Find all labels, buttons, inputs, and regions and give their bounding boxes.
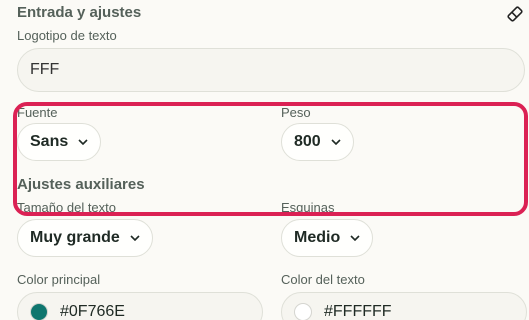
font-label: Fuente (17, 105, 58, 120)
weight-select[interactable]: 800 (281, 123, 354, 161)
font-select-value: Sans (30, 133, 69, 150)
input-settings-panel: Entrada y ajustes Logotipo de texto FFF … (0, 0, 529, 320)
text-color-label: Color del texto (281, 272, 365, 287)
chevron-down-icon (331, 139, 341, 145)
corners-label: Esquinas (281, 200, 335, 215)
weight-label: Peso (281, 105, 311, 120)
corners-select-value: Medio (294, 229, 341, 246)
eraser-icon[interactable] (505, 4, 525, 24)
logo-text-input[interactable]: FFF (17, 48, 525, 92)
primary-color-input[interactable]: #0F766E (17, 292, 263, 320)
chevron-down-icon (350, 235, 360, 241)
weight-select-value: 800 (294, 133, 321, 150)
text-size-select[interactable]: Muy grande (17, 219, 153, 257)
logo-text-label: Logotipo de texto (17, 28, 117, 43)
primary-color-label: Color principal (17, 272, 101, 287)
chevron-down-icon (130, 235, 140, 241)
corners-select[interactable]: Medio (281, 219, 374, 257)
aux-settings-title: Ajustes auxiliares (17, 176, 145, 193)
logo-text-value: FFF (30, 61, 60, 78)
color-swatch[interactable] (30, 303, 48, 320)
font-select[interactable]: Sans (17, 123, 102, 161)
color-swatch[interactable] (294, 303, 312, 320)
chevron-down-icon (78, 139, 88, 145)
text-color-value: #FFFFFF (324, 303, 392, 320)
section-title: Entrada y ajustes (17, 4, 142, 21)
text-color-input[interactable]: #FFFFFF (281, 292, 527, 320)
primary-color-value: #0F766E (60, 303, 125, 320)
text-size-select-value: Muy grande (30, 229, 120, 246)
text-size-label: Tamaño del texto (17, 200, 117, 215)
